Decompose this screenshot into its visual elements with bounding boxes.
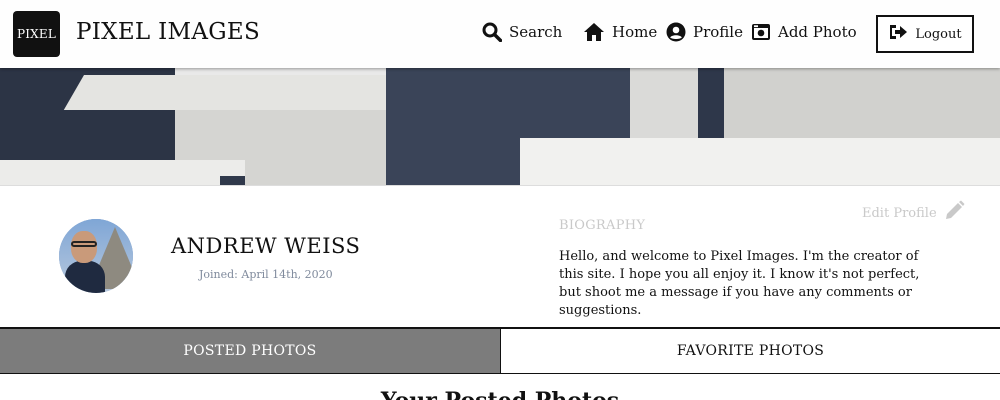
biography-text: Hello, and welcome to Pixel Images. I'm …: [559, 249, 920, 318]
section-title: Your Posted Photos: [0, 388, 1000, 400]
logout-button[interactable]: Logout: [876, 15, 974, 53]
nav-profile-link[interactable]: Profile: [666, 22, 743, 42]
nav-profile-label: Profile: [693, 23, 743, 41]
nav-home-label: Home: [612, 23, 658, 41]
sign-out-icon: [888, 23, 908, 45]
biography-heading: BIOGRAPHY: [559, 218, 646, 233]
profile-section: ANDREW WEISS Joined: April 14th, 2020 BI…: [0, 185, 1000, 328]
top-nav-bar: PIXEL PIXEL IMAGES Search Home Profile A…: [0, 0, 1000, 68]
pencil-icon: [943, 200, 965, 226]
nav-add-photo-label: Add Photo: [778, 23, 857, 41]
joined-date: Joined: April 14th, 2020: [199, 268, 333, 281]
logo[interactable]: PIXEL: [13, 11, 60, 57]
photo-tabs: POSTED PHOTOS FAVORITE PHOTOS: [0, 327, 1000, 374]
logout-label: Logout: [915, 26, 962, 42]
nav-search-label: Search: [509, 23, 563, 41]
logo-text: PIXEL: [16, 27, 57, 41]
avatar: [59, 219, 133, 293]
edit-profile-label: Edit Profile: [862, 205, 937, 221]
tab-favorite-photos[interactable]: FAVORITE PHOTOS: [501, 329, 1000, 373]
tab-posted-photos[interactable]: POSTED PHOTOS: [0, 329, 501, 373]
brand-name[interactable]: PIXEL IMAGES: [76, 19, 260, 45]
search-icon: [482, 22, 502, 42]
camera-icon: [751, 22, 771, 42]
nav-search-link[interactable]: Search: [482, 22, 562, 42]
nav-add-photo-link[interactable]: Add Photo: [751, 22, 857, 42]
home-icon: [583, 22, 605, 42]
edit-profile-button[interactable]: Edit Profile: [862, 200, 965, 226]
user-circle-icon: [666, 22, 686, 42]
profile-name: ANDREW WEISS: [171, 234, 361, 258]
nav-home-link[interactable]: Home: [583, 22, 657, 42]
